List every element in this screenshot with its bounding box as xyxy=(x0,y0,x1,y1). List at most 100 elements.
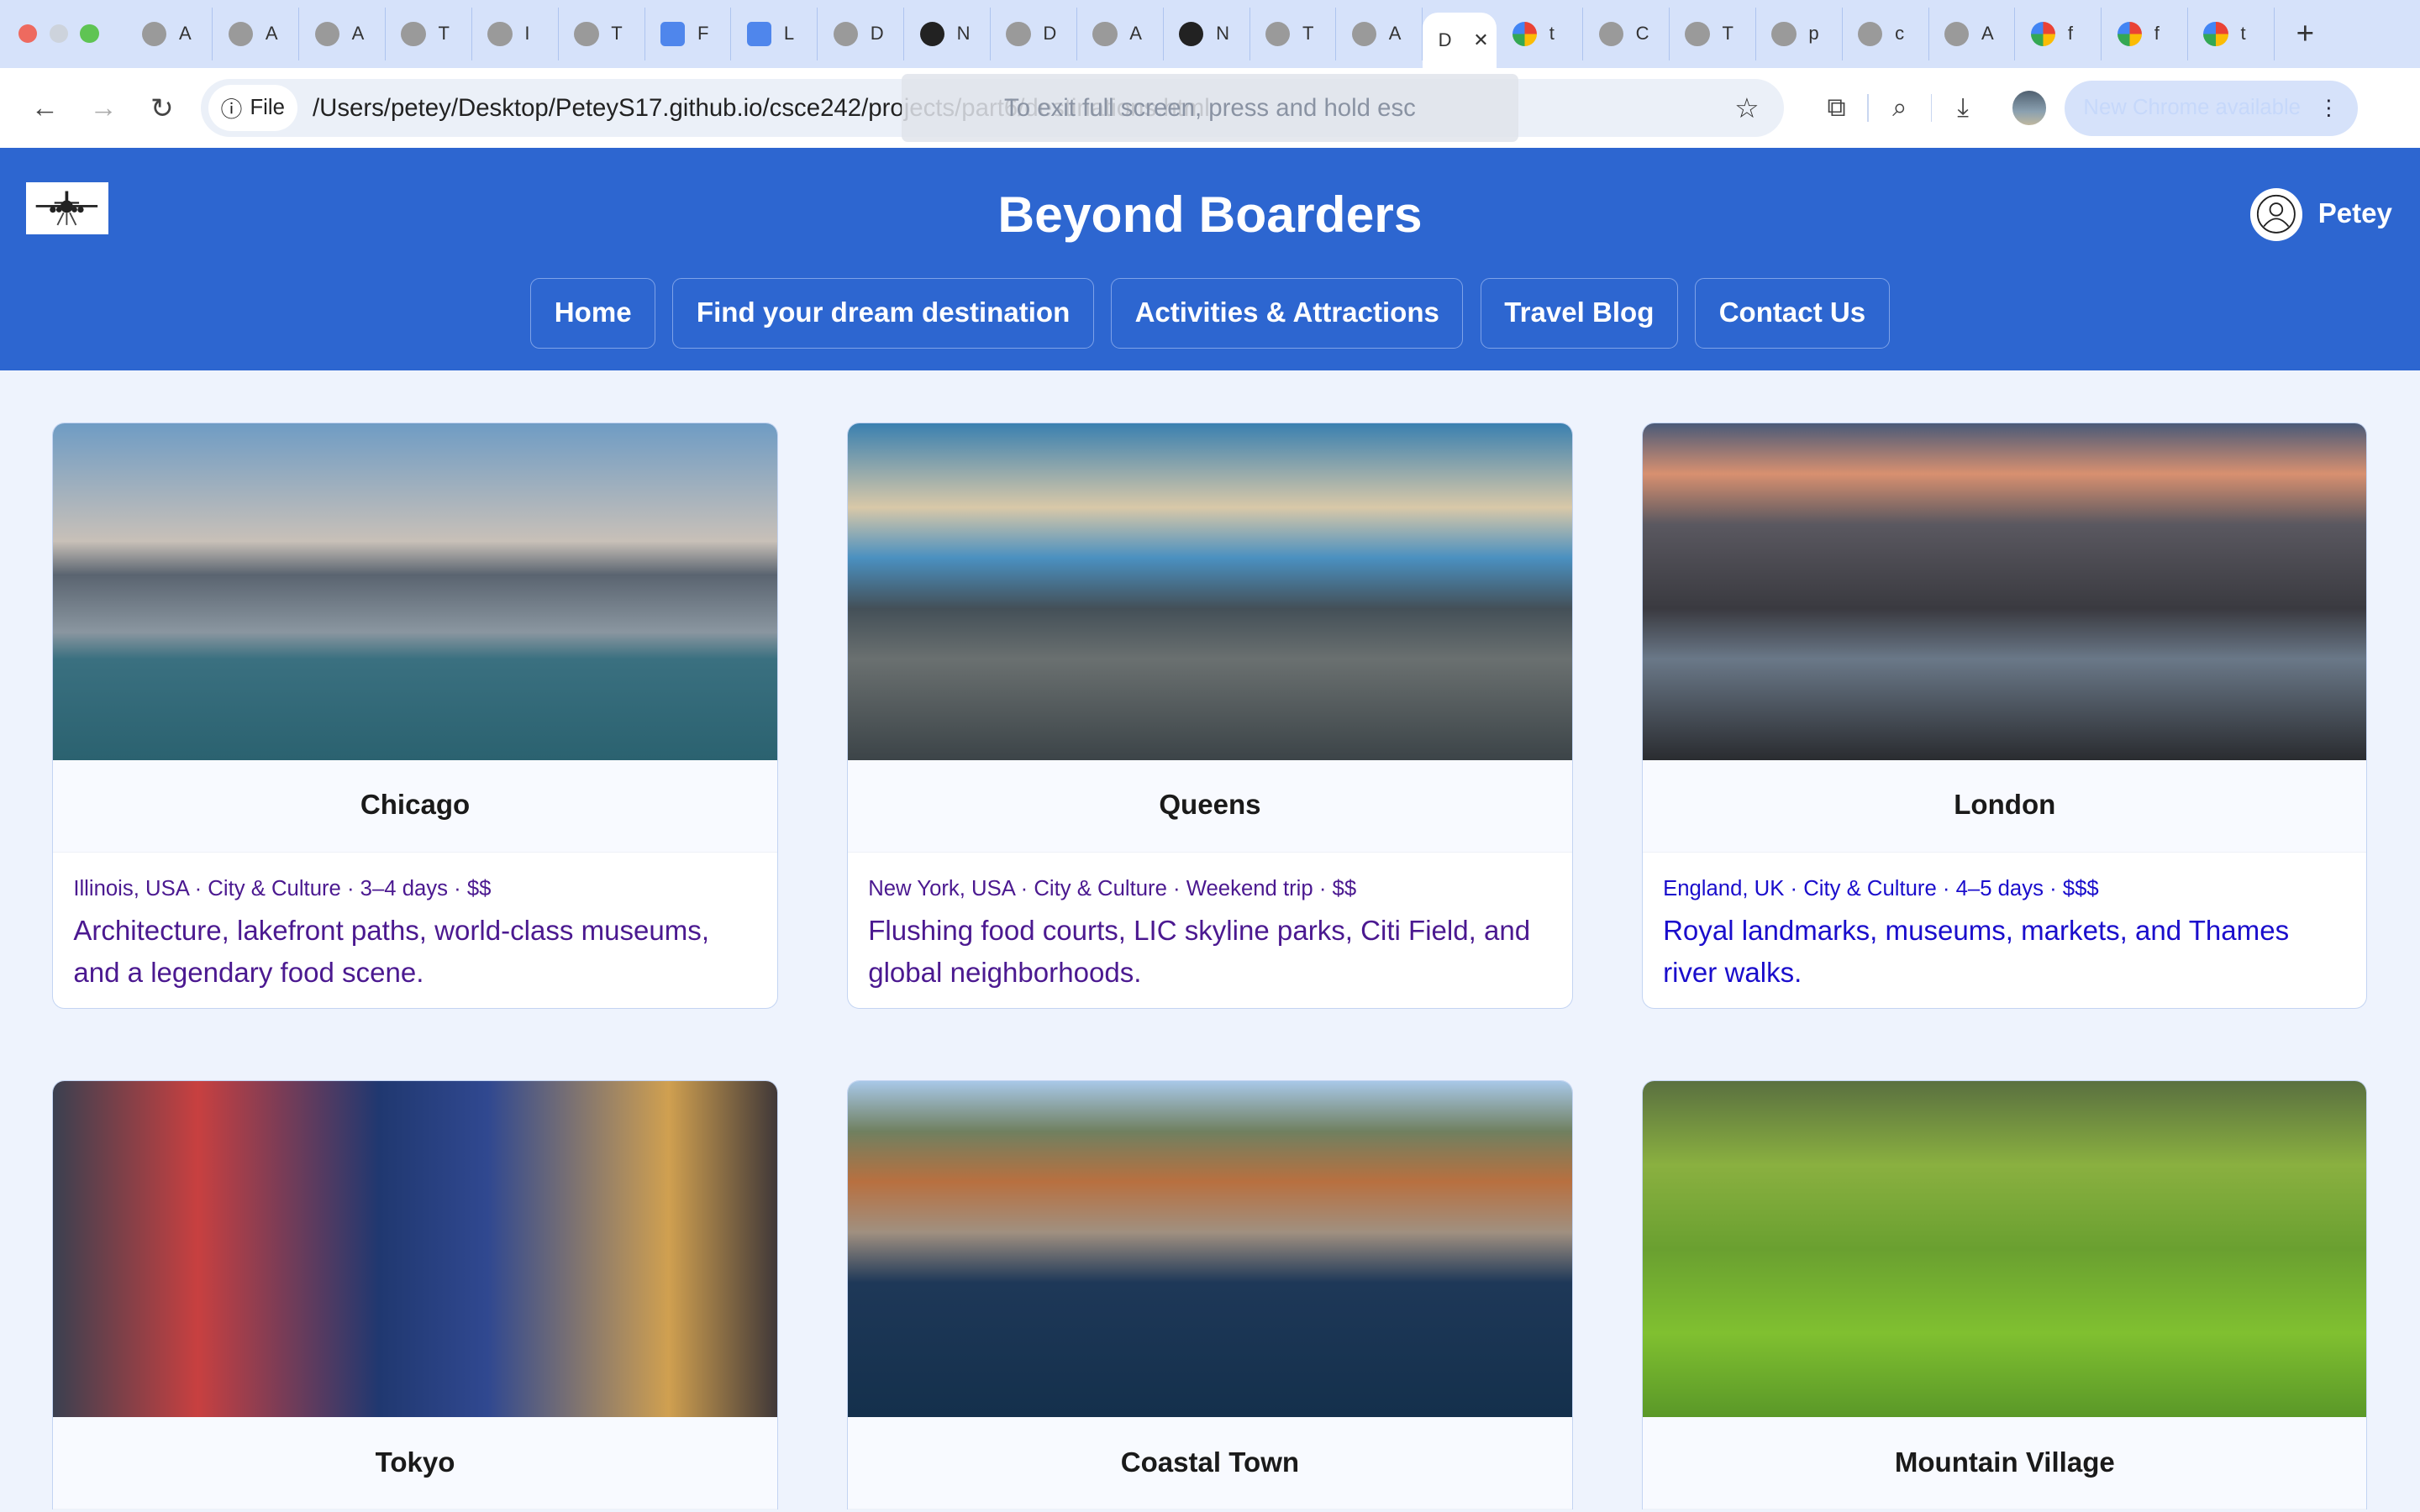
tokyo-image xyxy=(53,1080,777,1418)
browser-tab[interactable]: C xyxy=(1583,8,1670,60)
site-header: Beyond Boarders Petey Home Find your dre… xyxy=(0,148,2420,370)
user-avatar-icon xyxy=(2249,188,2303,241)
update-chrome-button[interactable]: New Chrome available ⋮ xyxy=(2065,80,2359,136)
globe-favicon-icon xyxy=(1685,21,1710,47)
browser-tab[interactable]: F xyxy=(645,8,732,60)
browser-tab[interactable]: A xyxy=(127,8,213,60)
mountain-village-image xyxy=(1643,1080,2367,1418)
card-meta: England, UK · City & Culture · 4–5 days … xyxy=(1663,877,2099,901)
browser-tab[interactable]: N xyxy=(904,8,991,60)
google-favicon-icon xyxy=(2117,21,2142,47)
card-title: Mountain Village xyxy=(1643,1417,2367,1510)
browser-tab[interactable]: A xyxy=(1336,8,1423,60)
tab-title: D xyxy=(1043,23,1057,45)
bookmark-star-icon[interactable]: ☆ xyxy=(1734,92,1760,125)
browser-tab[interactable]: T xyxy=(386,8,472,60)
nav-home[interactable]: Home xyxy=(530,277,656,349)
close-tab-icon[interactable]: ✕ xyxy=(1473,29,1488,51)
airplane-logo-icon[interactable] xyxy=(26,181,108,235)
minimize-window-button[interactable] xyxy=(49,24,68,44)
user-name: Petey xyxy=(2317,198,2392,230)
globe-favicon-icon xyxy=(574,21,599,47)
card-description: Architecture, lakefront paths, world-cla… xyxy=(73,916,710,989)
browser-tab[interactable]: A xyxy=(299,8,387,60)
card-body: Illinois, USA · City & Culture · 3–4 day… xyxy=(53,853,776,1008)
nav-activities[interactable]: Activities & Attractions xyxy=(1111,277,1464,349)
browser-tab[interactable]: D xyxy=(991,8,1077,60)
destination-card-london[interactable]: London England, UK · City & Culture · 4–… xyxy=(1642,423,2368,1010)
destination-card-tokyo[interactable]: Tokyo xyxy=(52,1079,778,1510)
browser-tab[interactable]: N xyxy=(1164,8,1250,60)
card-meta: New York, USA · City & Culture · Weekend… xyxy=(868,877,1357,901)
update-label: New Chrome available xyxy=(2083,96,2301,120)
main-nav: Home Find your dream destination Activit… xyxy=(0,277,2420,349)
tab-title: t xyxy=(1549,23,1555,45)
browser-tab[interactable]: t xyxy=(1497,8,1584,60)
user-profile[interactable]: Petey xyxy=(2249,188,2392,241)
menu-icon[interactable]: ⋮ xyxy=(2318,96,2340,121)
destination-card-queens[interactable]: Queens New York, USA · City & Culture · … xyxy=(847,423,1573,1010)
tab-title: T xyxy=(1302,23,1314,45)
browser-toolbar: ← → ↻ ⓘ File /Users/petey/Desktop/PeteyS1… xyxy=(0,67,2420,149)
browser-tab[interactable]: D ✕ xyxy=(1423,12,1497,68)
google-favicon-icon xyxy=(2203,21,2228,47)
globe-favicon-icon xyxy=(833,21,859,47)
google-favicon-icon xyxy=(1512,21,1538,47)
destination-card-coastal-town[interactable]: Coastal Town xyxy=(847,1079,1573,1510)
tab-title: A xyxy=(265,23,278,45)
chip-label: File xyxy=(250,96,285,120)
browser-tab[interactable]: c xyxy=(1843,8,1929,60)
browser-tab[interactable]: I xyxy=(472,8,559,60)
browser-tab[interactable]: p xyxy=(1756,8,1843,60)
coastal-town-image xyxy=(848,1080,1572,1418)
destination-card-chicago[interactable]: Chicago Illinois, USA · City & Culture ·… xyxy=(52,423,778,1010)
browser-tab[interactable]: T xyxy=(559,8,645,60)
tab-title: A xyxy=(178,23,192,45)
profile-avatar[interactable] xyxy=(2012,91,2047,125)
globe-favicon-icon xyxy=(401,21,426,47)
nav-contact[interactable]: Contact Us xyxy=(1695,277,1890,349)
nav-travel-blog[interactable]: Travel Blog xyxy=(1480,277,1678,349)
globe-favicon-icon xyxy=(1771,21,1797,47)
doc-favicon-icon xyxy=(746,21,772,47)
tab-title: A xyxy=(351,23,365,45)
tabs: A A A T I T F L D N D A N T A D ✕ t C Tp c Af f t xyxy=(127,0,2275,68)
tab-title: f xyxy=(2067,23,2073,45)
tab-title: p xyxy=(1808,23,1819,45)
browser-tab[interactable]: T xyxy=(1250,8,1337,60)
globe-favicon-icon xyxy=(1351,21,1377,47)
globe-favicon-icon xyxy=(1006,21,1031,47)
extensions-icon[interactable]: ⧉ xyxy=(1806,92,1867,123)
google-favicon-icon xyxy=(2030,21,2056,47)
back-icon[interactable]: ← xyxy=(15,92,74,124)
browser-tab[interactable]: T xyxy=(1670,8,1756,60)
maximize-window-button[interactable] xyxy=(80,24,99,44)
download-icon[interactable]: ⤓ xyxy=(1932,92,1993,123)
card-body: New York, USA · City & Culture · Weekend… xyxy=(848,853,1571,1008)
browser-tab[interactable]: A xyxy=(1077,8,1164,60)
browser-tab[interactable]: t xyxy=(2188,8,2275,60)
tab-title: T xyxy=(1722,23,1733,45)
tab-title: t xyxy=(2240,23,2246,45)
tab-title: C xyxy=(1635,23,1649,45)
site-info-chip[interactable]: ⓘ File xyxy=(208,85,297,132)
new-tab-button[interactable]: + xyxy=(2296,16,2314,51)
reload-icon[interactable]: ↻ xyxy=(133,92,192,125)
close-window-button[interactable] xyxy=(18,24,38,44)
browser-tab[interactable]: f xyxy=(2015,8,2102,60)
browser-tab[interactable]: D xyxy=(818,8,905,60)
tab-title: I xyxy=(524,23,530,45)
forward-icon[interactable]: → xyxy=(74,92,133,124)
site-title: Beyond Boarders xyxy=(997,186,1423,244)
browser-tab[interactable]: A xyxy=(1929,8,2016,60)
card-title: Coastal Town xyxy=(848,1417,1572,1510)
browser-tab[interactable]: f xyxy=(2102,8,2189,60)
globe-favicon-icon xyxy=(1092,21,1118,47)
nav-find-destination[interactable]: Find your dream destination xyxy=(672,277,1094,349)
tab-search-icon[interactable]: ⌕ xyxy=(1869,92,1930,123)
browser-tab[interactable]: L xyxy=(731,8,818,60)
destination-card-mountain-village[interactable]: Mountain Village xyxy=(1642,1079,2368,1510)
globe-favicon-icon xyxy=(1858,21,1883,47)
tab-title: F xyxy=(697,23,709,45)
browser-tab[interactable]: A xyxy=(213,8,300,60)
